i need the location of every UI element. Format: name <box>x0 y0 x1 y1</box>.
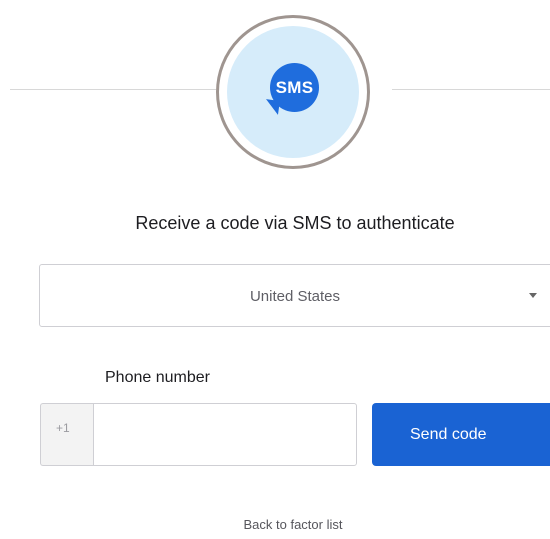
page-title: Receive a code via SMS to authenticate <box>135 213 455 233</box>
send-code-button[interactable]: Send code <box>372 403 550 466</box>
back-to-factor-list-link[interactable]: Back to factor list <box>0 517 550 532</box>
sms-icon: SMS <box>270 63 319 112</box>
country-select-value: United States <box>249 288 341 305</box>
phone-number-label: Phone number <box>105 369 210 386</box>
factor-beacon: SMS <box>216 15 370 169</box>
header-divider-right <box>392 89 550 90</box>
phone-number-input[interactable] <box>93 403 357 466</box>
sms-icon-label: SMS <box>275 78 314 97</box>
factor-beacon-background: SMS <box>227 26 359 158</box>
dropdown-arrow-icon <box>529 293 537 298</box>
country-select[interactable]: United States <box>39 264 550 327</box>
header-divider-left <box>10 89 216 90</box>
country-code-prefix: +1 <box>40 403 93 466</box>
